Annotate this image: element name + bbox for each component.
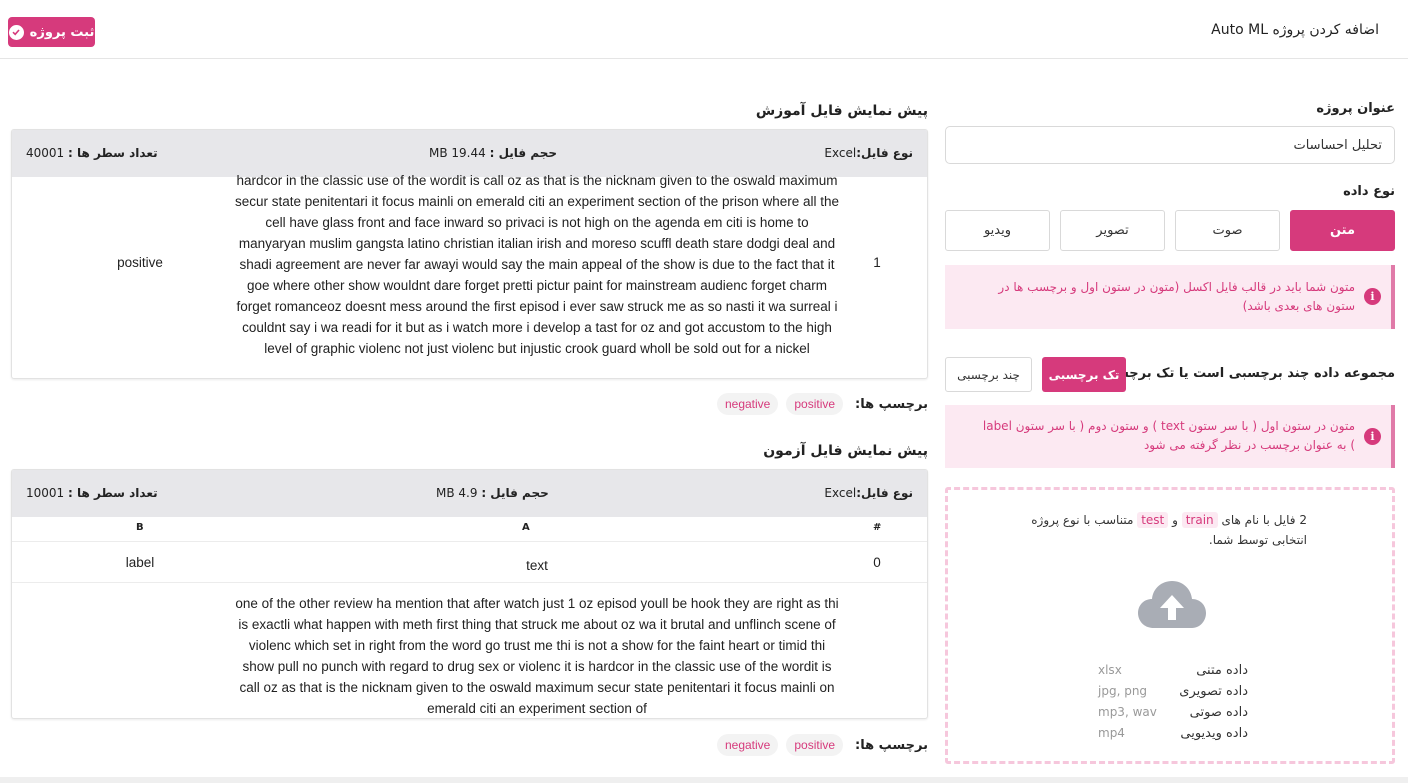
- type-row: داده ویدیویی mp4: [1098, 723, 1248, 744]
- row-count-value: 10001: [26, 486, 65, 500]
- row-count: تعداد سطر ها : 40001: [26, 146, 158, 160]
- bottom-scrollbar[interactable]: [0, 777, 1408, 783]
- file-size-label: حجم فایل :: [489, 146, 558, 160]
- info-icon: i: [1364, 288, 1381, 305]
- data-type-audio[interactable]: صوت: [1175, 210, 1280, 251]
- train-preview-title: پیش نمایش فایل آموزش: [755, 103, 928, 119]
- row-label-header: label: [125, 555, 155, 570]
- data-type-image[interactable]: تصویر: [1060, 210, 1165, 251]
- column-header-hash: #: [873, 522, 882, 533]
- info-icon: i: [1364, 428, 1381, 445]
- upload-text-prefix: 2 فایل با نام های: [1221, 513, 1307, 527]
- tags-label: برچسپ ها:: [855, 396, 928, 412]
- single-label-button[interactable]: تک برچسبی: [1042, 357, 1126, 392]
- row-text: hardcor in the classic use of the wordit…: [234, 173, 840, 356]
- check-circle-icon: [8, 24, 24, 40]
- file-size-value: MB 4.9: [436, 486, 478, 500]
- file-type-value: Excel: [824, 486, 857, 500]
- info-text: متون در ستون اول ( با سر ستون text ) و س…: [982, 419, 1355, 452]
- file-size-label: حجم فایل :: [481, 486, 549, 500]
- type-row: داده متنی xlsx: [1098, 660, 1248, 681]
- column-header-b: B: [136, 522, 144, 533]
- tags-label: برچسپ ها:: [855, 737, 928, 753]
- upload-conj: و: [1172, 513, 1178, 527]
- data-type-video[interactable]: ویدیو: [945, 210, 1050, 251]
- test-tags: برچسپ ها: positive negative: [716, 734, 928, 756]
- test-preview-card: نوع فایل:Excel حجم فایل : MB 4.9 تعداد س…: [11, 469, 928, 719]
- row-count-label: تعداد سطر ها :: [68, 486, 158, 500]
- page-title: اضافه کردن پروژه Auto ML: [1211, 22, 1379, 38]
- cloud-upload-icon: [1138, 581, 1206, 628]
- label-question: مجموعه داده چند برچسبی است یا تک برچسبی؟: [1090, 366, 1395, 381]
- type-name: داده صوتی: [1189, 705, 1248, 720]
- test-file-info: نوع فایل:Excel حجم فایل : MB 4.9 تعداد س…: [12, 470, 927, 517]
- submit-project-button[interactable]: ثبت پروژه: [8, 17, 95, 47]
- multi-label-button[interactable]: چند برچسبی: [945, 357, 1032, 392]
- file-type-label: نوع فایل:: [856, 486, 913, 500]
- test-file-name: test: [1137, 512, 1169, 528]
- type-row: داده تصویری jpg, png: [1098, 681, 1248, 702]
- train-tags: برچسپ ها: positive negative: [716, 393, 928, 415]
- type-ext: mp3, wav: [1098, 705, 1157, 719]
- row-count: تعداد سطر ها : 10001: [26, 486, 158, 500]
- top-bar: اضافه کردن پروژه Auto ML ثبت پروژه: [0, 0, 1408, 59]
- file-size: حجم فایل : MB 19.44: [429, 146, 557, 160]
- row-count-label: تعداد سطر ها :: [68, 146, 158, 160]
- type-name: داده تصویری: [1179, 684, 1248, 699]
- row-number: 0: [873, 555, 881, 570]
- type-name: داده ویدیویی: [1180, 726, 1248, 741]
- row-text: one of the other review ha mention that …: [235, 596, 839, 716]
- data-type-text[interactable]: متن: [1290, 210, 1395, 251]
- column-header-a: A: [522, 522, 530, 533]
- file-size-value: MB 19.44: [429, 146, 486, 160]
- row-divider: [12, 582, 927, 583]
- tag-pill: negative: [716, 393, 779, 415]
- supported-types-list: داده متنی xlsx داده تصویری jpg, png داده ص…: [1098, 660, 1248, 744]
- submit-label: ثبت پروژه: [29, 24, 95, 40]
- file-upload-dropzone[interactable]: 2 فایل با نام های train و test متناسب با…: [945, 487, 1395, 764]
- type-ext: jpg, png: [1098, 684, 1148, 698]
- type-ext: xlsx: [1098, 663, 1122, 677]
- file-size: حجم فایل : MB 4.9: [436, 486, 549, 500]
- row-number: 1: [873, 255, 881, 270]
- row-divider: [12, 541, 927, 542]
- row-label: positive: [117, 255, 163, 270]
- data-type-label: نوع داده: [1343, 184, 1395, 199]
- tag-pill: negative: [716, 734, 779, 756]
- file-type-label: نوع فایل:: [856, 146, 913, 160]
- info-text: متون شما باید در قالب فایل اکسل (متون در…: [998, 280, 1355, 313]
- tag-pill: positive: [786, 393, 844, 415]
- train-preview-card: نوع فایل:Excel حجم فایل : MB 19.44 تعداد…: [11, 129, 928, 379]
- file-type-value: Excel: [824, 146, 857, 160]
- type-ext: mp4: [1098, 726, 1125, 740]
- train-file-name: train: [1181, 512, 1218, 528]
- tag-pill: positive: [786, 734, 844, 756]
- type-row: داده صوتی mp3, wav: [1098, 702, 1248, 723]
- test-preview-title: پیش نمایش فایل آزمون: [763, 443, 928, 459]
- info-excel-format: i متون شما باید در قالب فایل اکسل (متون …: [945, 265, 1395, 329]
- type-name: داده متنی: [1196, 663, 1248, 678]
- row-text-header: text: [526, 558, 548, 573]
- upload-description: 2 فایل با نام های train و test متناسب با…: [1008, 510, 1307, 550]
- project-title-label: عنوان پروژه: [1316, 101, 1395, 116]
- file-type: نوع فایل:Excel: [824, 146, 913, 160]
- info-columns: i متون در ستون اول ( با سر ستون text ) و…: [945, 405, 1395, 468]
- row-count-value: 40001: [26, 146, 65, 160]
- project-title-input[interactable]: [945, 126, 1395, 164]
- file-type: نوع فایل:Excel: [824, 486, 913, 500]
